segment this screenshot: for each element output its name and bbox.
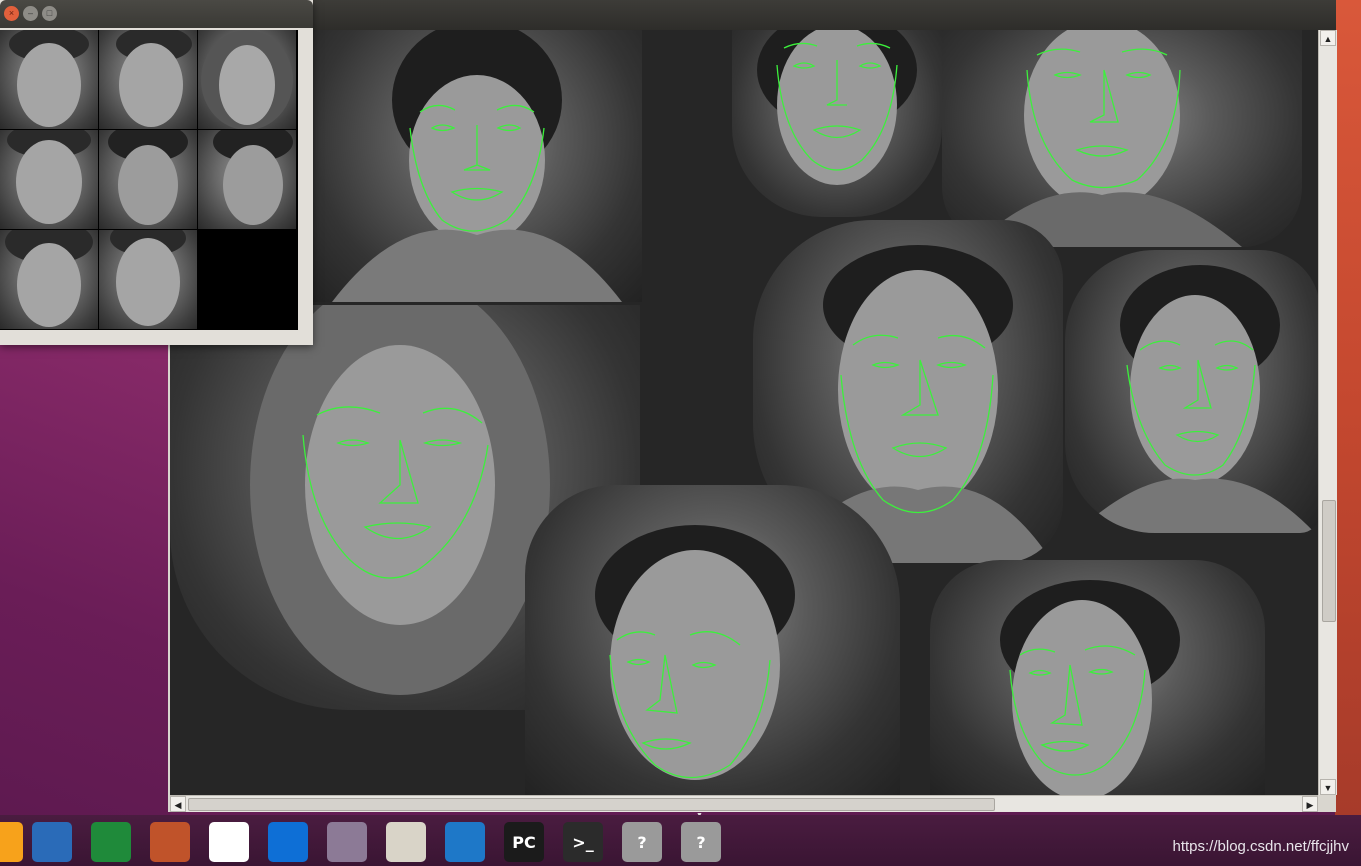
vertical-scrollbar[interactable]: ▲ ▼	[1318, 30, 1337, 795]
maximize-button[interactable]: □	[42, 6, 57, 21]
scroll-down-button[interactable]: ▼	[1320, 779, 1336, 795]
taskbar-launcher[interactable]: >_	[558, 818, 608, 866]
empty-thumbnail-slot	[198, 230, 296, 329]
face-image	[942, 30, 1302, 247]
face-thumbnail	[198, 130, 296, 229]
vscode-icon	[445, 822, 485, 862]
taskbar-launcher[interactable]	[322, 818, 372, 866]
libreoffice-calc-icon	[91, 822, 131, 862]
vertical-scrollbar-thumb[interactable]	[1322, 500, 1336, 622]
horizontal-scrollbar[interactable]: ◀ ▶	[170, 795, 1318, 812]
scroll-right-button[interactable]: ▶	[1302, 796, 1318, 812]
taskbar: PC >_??	[0, 815, 1361, 866]
face-thumbnail	[0, 30, 98, 129]
libreoffice-writer-icon	[32, 822, 72, 862]
face-landmark-overlay	[972, 30, 1242, 247]
face-thumbnail	[198, 30, 296, 129]
close-button[interactable]: ×	[4, 6, 19, 21]
face-image	[930, 560, 1265, 795]
thumbnail-montage-window: × – □	[0, 0, 313, 345]
taskbar-launcher[interactable]	[0, 818, 28, 866]
face-thumbnail	[99, 30, 197, 129]
window-titlebar[interactable]: × – □	[0, 0, 313, 28]
text-editor-icon	[386, 822, 426, 862]
face-landmark-overlay	[1000, 580, 1180, 795]
teamviewer-icon	[268, 822, 308, 862]
face-image	[312, 30, 642, 302]
face-thumbnail	[99, 130, 197, 229]
taskbar-launcher[interactable]	[27, 818, 77, 866]
pycharm-icon: PC	[504, 822, 544, 862]
taskbar-launcher[interactable]: ?	[617, 818, 667, 866]
wechat-icon	[209, 822, 249, 862]
taskbar-launcher[interactable]	[86, 818, 136, 866]
libreoffice-impress-icon	[150, 822, 190, 862]
scroll-up-button[interactable]: ▲	[1320, 30, 1336, 46]
taskbar-launcher[interactable]	[440, 818, 490, 866]
taskbar-launcher[interactable]	[381, 818, 431, 866]
scroll-left-button[interactable]: ◀	[170, 796, 186, 812]
terminal-icon: >_	[563, 822, 603, 862]
desktop-wallpaper	[0, 300, 170, 820]
unknown-app-icon: ?	[622, 822, 662, 862]
taskbar-launcher[interactable]	[204, 818, 254, 866]
watermark-text: https://blog.csdn.net/ffcjjhv	[1172, 838, 1350, 855]
firefox-icon	[0, 822, 23, 862]
camera-app-icon	[327, 822, 367, 862]
face-landmark-overlay	[757, 30, 917, 185]
face-thumbnail	[0, 230, 98, 329]
face-thumbnail	[0, 130, 98, 229]
face-landmark-overlay	[595, 525, 795, 780]
face-landmark-overlay	[1075, 265, 1315, 533]
taskbar-launcher[interactable]: PC	[499, 818, 549, 866]
unknown-app-icon: ?	[681, 822, 721, 862]
taskbar-launcher[interactable]	[263, 818, 313, 866]
horizontal-scrollbar-thumb[interactable]	[188, 798, 995, 811]
face-image	[732, 30, 942, 217]
face-thumbnail	[99, 230, 197, 329]
face-landmark-overlay	[332, 30, 622, 302]
face-image	[1065, 250, 1318, 533]
taskbar-launcher[interactable]: ?	[676, 818, 726, 866]
desktop-wallpaper-edge	[1335, 0, 1361, 815]
window-titlebar[interactable]	[168, 0, 1336, 30]
face-image	[525, 485, 900, 795]
face-landmarks-window: ▲ ▼ ◀ ▶	[168, 0, 1337, 812]
taskbar-launcher[interactable]	[145, 818, 195, 866]
face-thumbnail-grid	[0, 30, 298, 330]
minimize-button[interactable]: –	[23, 6, 38, 21]
image-canvas	[170, 30, 1318, 795]
